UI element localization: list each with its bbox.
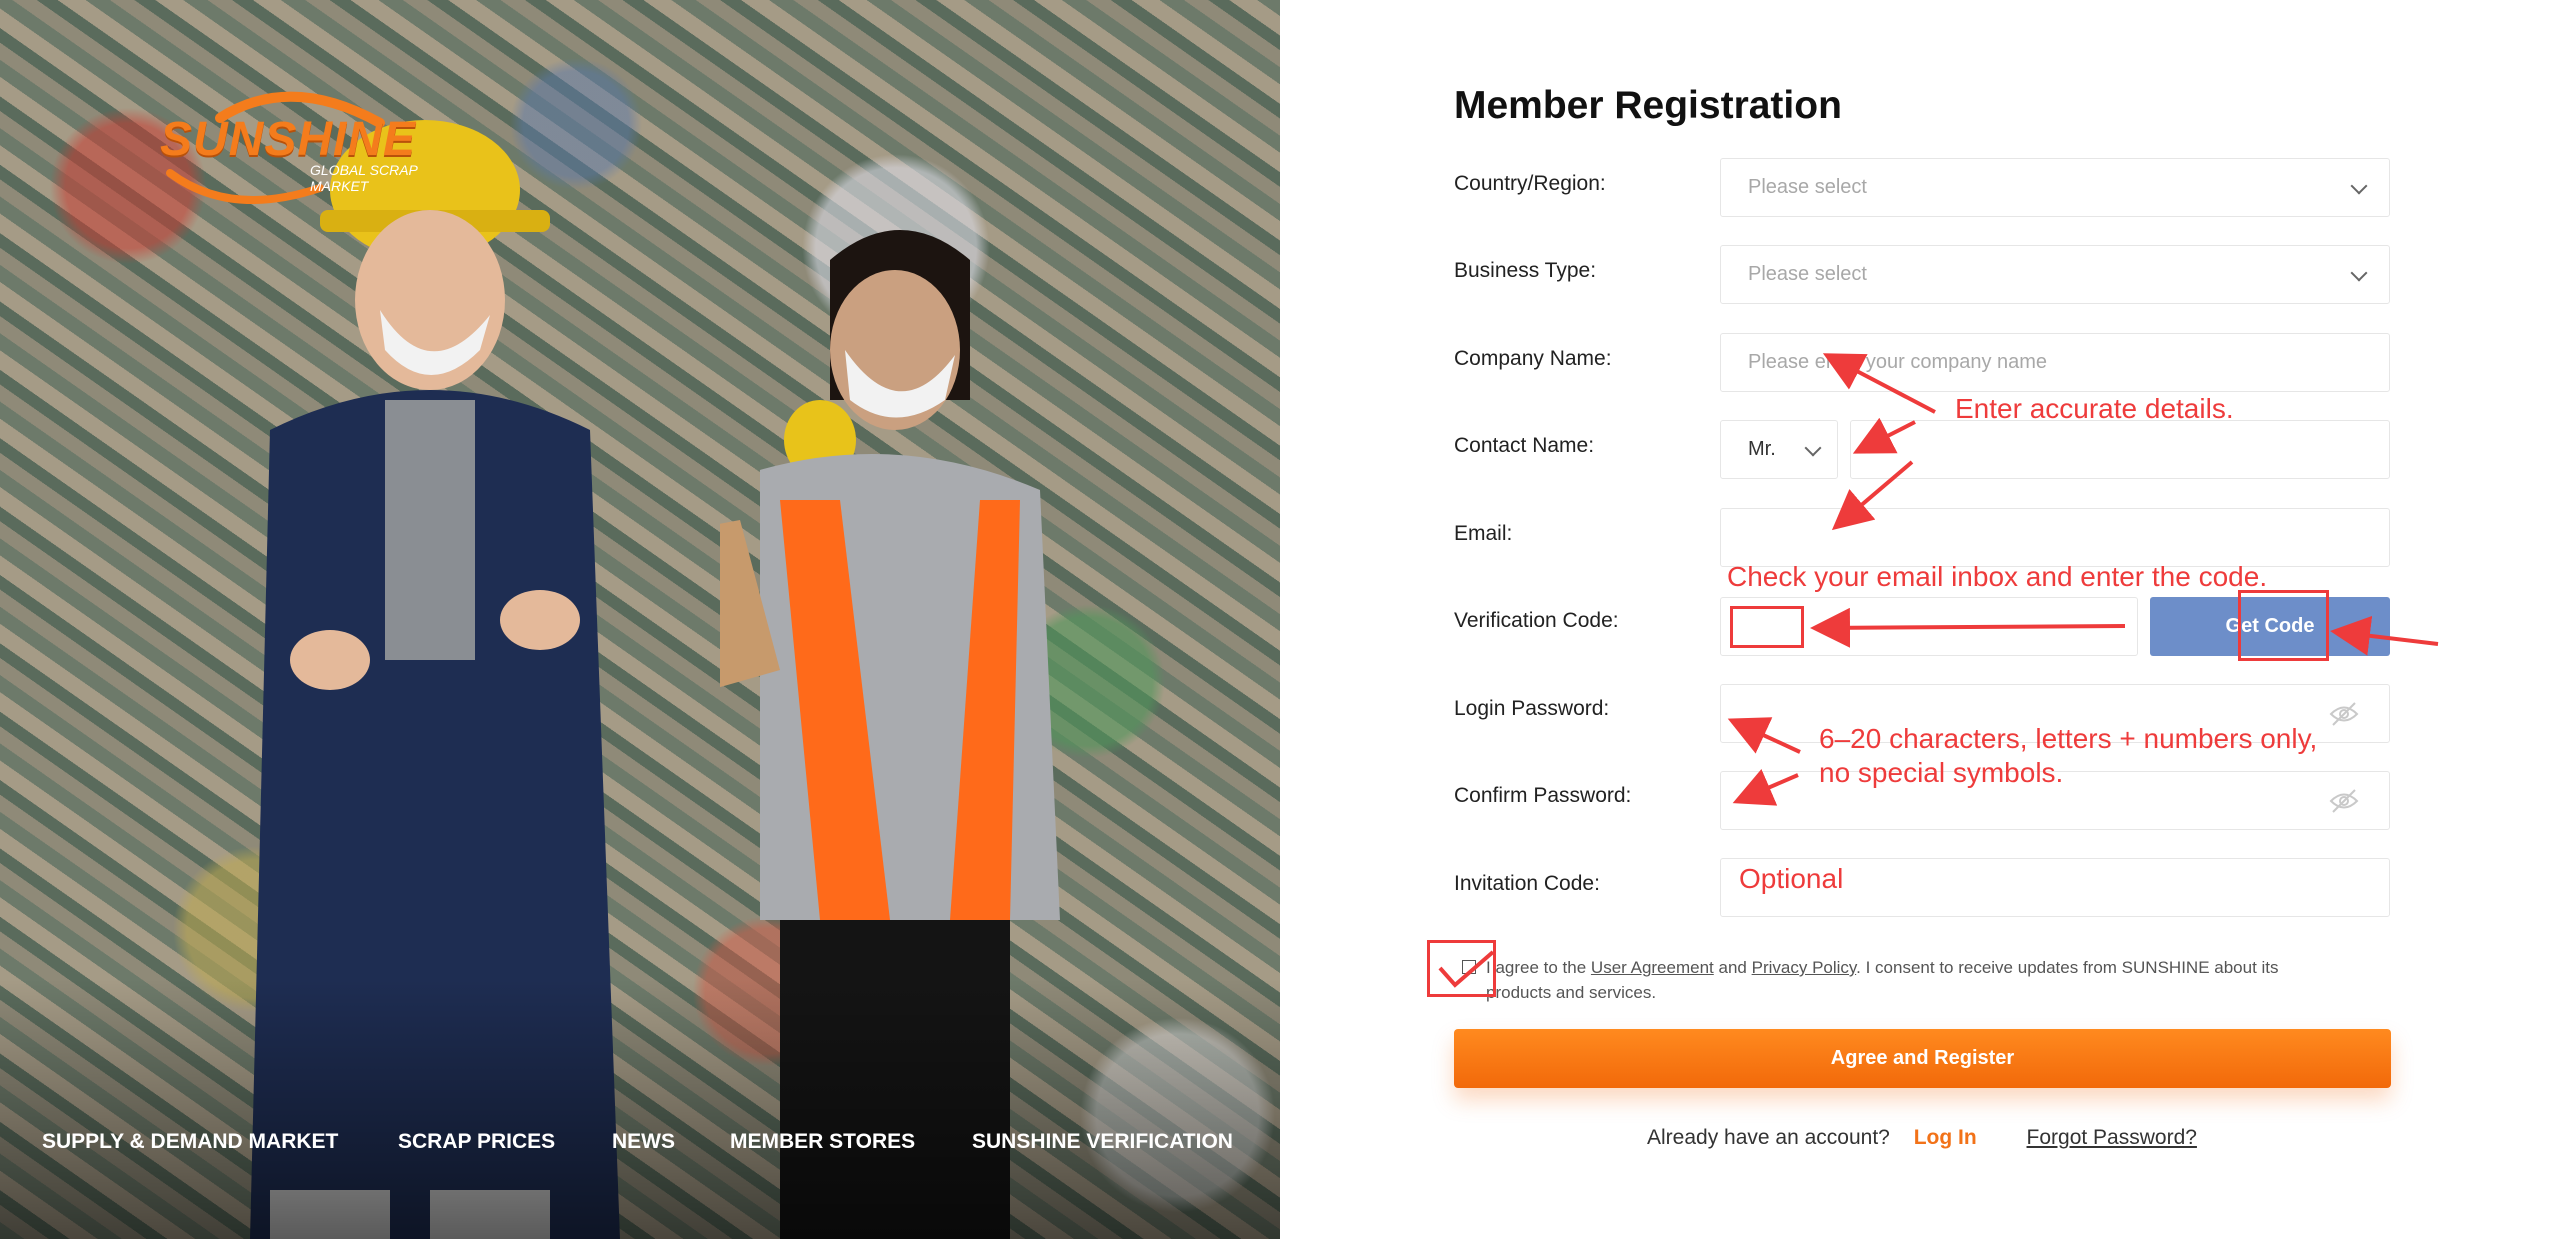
- logo-subtitle: GLOBAL SCRAP MARKET: [310, 162, 430, 194]
- company-name-placeholder: Please enter your company name: [1748, 351, 2048, 373]
- eye-off-icon[interactable]: [2329, 788, 2359, 814]
- worker-illustration: [250, 120, 620, 1239]
- agreement-prefix: I agree to the: [1486, 958, 1587, 977]
- company-name-input[interactable]: Please enter your company name: [1720, 333, 2390, 392]
- eye-off-icon[interactable]: [2329, 701, 2359, 727]
- chevron-down-icon: [2350, 264, 2368, 281]
- agreement-and: and: [1718, 958, 1747, 977]
- annotation-highlight-box: [2238, 590, 2329, 661]
- agreement-text: I agree to the User Agreement and Privac…: [1486, 955, 2342, 1005]
- salutation-value: Mr.: [1748, 438, 1776, 460]
- annotation-password-rule-line: 6–20 characters, letters + numbers only,: [1819, 723, 2318, 754]
- login-link[interactable]: Log In: [1914, 1126, 1977, 1149]
- email-label: Email:: [1454, 522, 1513, 545]
- business-type-placeholder: Please select: [1748, 263, 1867, 285]
- annotation-password-rule: 6–20 characters, letters + numbers only,…: [1819, 722, 2317, 790]
- business-type-select[interactable]: Please select: [1720, 245, 2390, 304]
- logo-subtitle-line: GLOBAL SCRAP: [310, 162, 418, 178]
- nav-supply-demand-market[interactable]: SUPPLY & DEMAND MARKET: [42, 1130, 338, 1154]
- invitation-code-label: Invitation Code:: [1454, 872, 1600, 895]
- worker-illustration: [720, 230, 1060, 1239]
- contact-name-input[interactable]: [1850, 420, 2390, 479]
- nav-scrap-prices[interactable]: SCRAP PRICES: [398, 1130, 555, 1154]
- account-links: Already have an account? Log In Forgot P…: [1647, 1126, 2197, 1150]
- annotation-check-email: Check your email inbox and enter the cod…: [1727, 561, 2268, 592]
- annotation-accurate-details: Enter accurate details.: [1955, 393, 2234, 424]
- forgot-password-link[interactable]: Forgot Password?: [2027, 1126, 2197, 1149]
- logo-subtitle-line: MARKET: [310, 178, 369, 194]
- chevron-down-icon: [1804, 439, 1822, 456]
- logo-wordmark: SUNSHINE: [160, 113, 417, 166]
- verification-code-label: Verification Code:: [1454, 609, 1619, 632]
- sunshine-logo[interactable]: SUNSHINE GLOBAL SCRAP MARKET: [150, 78, 430, 208]
- country-label: Country/Region:: [1454, 172, 1606, 195]
- annotation-highlight-box: [1427, 940, 1496, 997]
- nav-member-stores[interactable]: MEMBER STORES: [730, 1130, 915, 1154]
- agreement-row: I agree to the User Agreement and Privac…: [1462, 955, 2342, 1005]
- contact-name-label: Contact Name:: [1454, 434, 1595, 457]
- annotation-optional: Optional: [1739, 863, 1844, 894]
- page-title: Member Registration: [1454, 84, 1842, 127]
- business-type-label: Business Type:: [1454, 259, 1597, 282]
- privacy-policy-link[interactable]: Privacy Policy: [1752, 958, 1857, 977]
- nav-news[interactable]: NEWS: [612, 1130, 675, 1154]
- email-input[interactable]: [1720, 508, 2390, 567]
- agree-and-register-button[interactable]: Agree and Register: [1454, 1029, 2391, 1088]
- user-agreement-link[interactable]: User Agreement: [1591, 958, 1714, 977]
- chevron-down-icon: [2350, 177, 2368, 194]
- company-name-label: Company Name:: [1454, 347, 1612, 370]
- nav-sunshine-verification[interactable]: SUNSHINE VERIFICATION: [972, 1130, 1233, 1154]
- salutation-select[interactable]: Mr.: [1720, 420, 1838, 479]
- country-select[interactable]: Please select: [1720, 158, 2390, 217]
- annotation-highlight-box: [1730, 606, 1804, 648]
- confirm-password-label: Confirm Password:: [1454, 784, 1632, 807]
- login-password-label: Login Password:: [1454, 697, 1610, 720]
- country-placeholder: Please select: [1748, 176, 1867, 198]
- hero-background-image: SUNSHINE GLOBAL SCRAP MARKET SUPPLY & DE…: [0, 0, 1280, 1239]
- have-account-text: Already have an account?: [1647, 1126, 1890, 1149]
- annotation-password-rule-line: no special symbols.: [1819, 757, 2064, 788]
